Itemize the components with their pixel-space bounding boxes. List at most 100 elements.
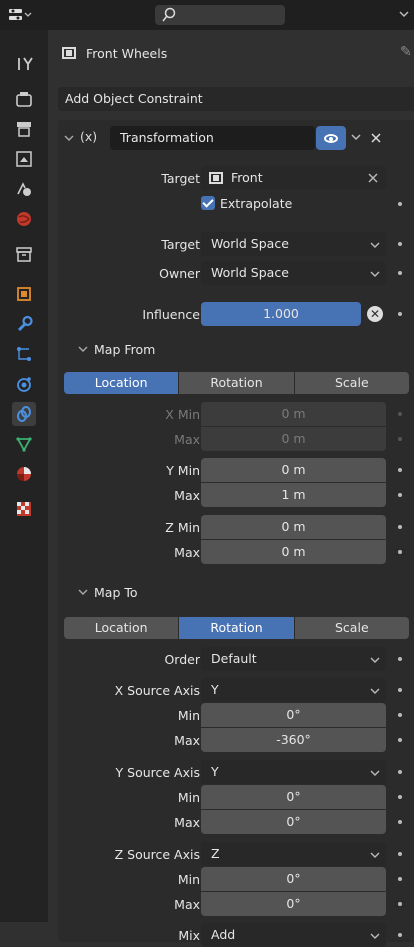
options-chevron-icon[interactable] <box>398 9 410 21</box>
from-y-min-label: Y Min <box>166 463 200 478</box>
influence-slider[interactable]: 1.000 <box>201 302 361 326</box>
map-from-tab-location[interactable]: Location <box>64 372 180 394</box>
target-space-value: World Space <box>211 236 289 251</box>
to-z-max-row: Max 0° <box>58 892 414 916</box>
target-space-dropdown[interactable]: World Space <box>201 232 386 256</box>
owner-space-label: Owner <box>159 266 200 281</box>
particles-tab[interactable] <box>12 342 36 366</box>
owner-space-value: World Space <box>211 265 289 280</box>
animate-dot[interactable] <box>398 312 402 316</box>
animate-dot[interactable] <box>398 242 402 246</box>
clear-target-icon[interactable] <box>368 173 378 183</box>
from-y-min-field[interactable]: 0 m <box>201 458 386 482</box>
map-to-tab-rotation[interactable]: Rotation <box>179 617 295 639</box>
to-x-max-field[interactable]: -360° <box>201 728 386 752</box>
to-y-max-value: 0° <box>286 814 301 829</box>
x-source-dropdown[interactable]: Y <box>201 678 386 702</box>
to-z-min-field[interactable]: 0° <box>201 867 386 891</box>
delete-constraint-icon[interactable] <box>370 132 382 144</box>
object-tab[interactable] <box>12 282 36 306</box>
to-y-min-field[interactable]: 0° <box>201 785 386 809</box>
material-tab[interactable] <box>12 462 36 486</box>
map-to-title: Map To <box>94 585 138 600</box>
tool-tab[interactable] <box>12 52 36 76</box>
from-y-max-field[interactable]: 1 m <box>201 483 386 507</box>
constraint-type-toggle[interactable]: (x) <box>80 129 97 144</box>
to-z-min-label: Min <box>177 872 200 887</box>
to-y-max-row: Max 0° <box>58 810 414 834</box>
from-z-max-field[interactable]: 0 m <box>201 540 386 564</box>
editor-type-button[interactable] <box>8 6 48 24</box>
to-x-min-field[interactable]: 0° <box>201 703 386 727</box>
map-to-tab-scale[interactable]: Scale <box>295 617 409 639</box>
constraint-name-field[interactable]: Transformation <box>110 126 315 150</box>
search-input[interactable] <box>155 5 285 25</box>
animate-dot[interactable] <box>398 468 402 472</box>
mix-dropdown[interactable]: Add <box>201 923 386 947</box>
properties-panel: Front Wheels ✎ Add Object Constraint (x)… <box>48 30 414 947</box>
animate-dot[interactable] <box>398 202 402 206</box>
from-z-min-field[interactable]: 0 m <box>201 515 386 539</box>
pin-icon[interactable]: ✎ <box>400 44 412 60</box>
animate-dot[interactable] <box>398 713 402 717</box>
to-x-min-row: Min 0° <box>58 703 414 727</box>
order-dropdown[interactable]: Default <box>201 647 386 671</box>
view-layer-tab[interactable] <box>12 147 36 171</box>
animate-dot[interactable] <box>398 820 402 824</box>
modifier-tab[interactable] <box>12 312 36 336</box>
material-icon <box>17 467 31 481</box>
physics-tab[interactable] <box>12 372 36 396</box>
disable-keep-transform-button[interactable]: ✕ <box>365 304 385 324</box>
from-y-max-row: Max 1 m <box>58 483 414 507</box>
constraint-menu-chevron-icon[interactable] <box>350 132 362 144</box>
texture-tab[interactable] <box>12 497 36 521</box>
output-tab[interactable] <box>12 117 36 141</box>
from-x-max-field[interactable]: 0 m <box>201 427 386 451</box>
constraint-tab[interactable] <box>12 402 36 426</box>
animate-dot[interactable] <box>398 493 402 497</box>
animate-dot[interactable] <box>398 877 402 881</box>
to-y-max-field[interactable]: 0° <box>201 810 386 834</box>
animate-dot[interactable] <box>398 902 402 906</box>
owner-space-dropdown[interactable]: World Space <box>201 261 386 285</box>
z-source-value: Z <box>211 846 220 861</box>
dropdown-chevron-icon <box>370 852 380 858</box>
world-tab[interactable] <box>12 207 36 231</box>
map-to-tab-location[interactable]: Location <box>64 617 180 639</box>
y-source-dropdown[interactable]: Y <box>201 760 386 784</box>
animate-dot[interactable] <box>398 933 402 937</box>
from-x-min-value: 0 m <box>281 406 306 421</box>
add-constraint-dropdown[interactable]: Add Object Constraint <box>58 87 414 111</box>
z-source-dropdown[interactable]: Z <box>201 842 386 866</box>
enable-toggle-button[interactable] <box>316 126 346 150</box>
animate-dot[interactable] <box>398 738 402 742</box>
animate-dot[interactable] <box>398 550 402 554</box>
map-from-title: Map From <box>94 342 156 357</box>
animate-dot[interactable] <box>398 525 402 529</box>
search-icon <box>162 7 176 22</box>
map-from-header[interactable]: Map From <box>58 337 414 361</box>
animate-dot[interactable] <box>398 271 402 275</box>
animate-dot[interactable] <box>398 437 402 441</box>
properties-tab-sidebar <box>0 30 48 922</box>
collapse-chevron-icon[interactable] <box>64 133 74 143</box>
data-tab[interactable] <box>12 432 36 456</box>
map-from-tab-rotation[interactable]: Rotation <box>179 372 295 394</box>
animate-dot[interactable] <box>398 657 402 661</box>
collection-tab[interactable] <box>12 242 36 266</box>
target-field[interactable]: Front <box>201 166 386 190</box>
dropdown-chevron-icon <box>370 657 380 663</box>
animate-dot[interactable] <box>398 795 402 799</box>
animate-dot[interactable] <box>398 688 402 692</box>
world-icon <box>17 212 31 226</box>
map-from-tab-scale[interactable]: Scale <box>295 372 409 394</box>
extrapolate-checkbox[interactable] <box>201 196 215 210</box>
map-to-header[interactable]: Map To <box>58 580 414 604</box>
to-z-max-field[interactable]: 0° <box>201 892 386 916</box>
scene-tab[interactable] <box>12 177 36 201</box>
from-x-min-field[interactable]: 0 m <box>201 402 386 426</box>
animate-dot[interactable] <box>398 770 402 774</box>
animate-dot[interactable] <box>398 412 402 416</box>
render-tab[interactable] <box>12 87 36 111</box>
animate-dot[interactable] <box>398 852 402 856</box>
